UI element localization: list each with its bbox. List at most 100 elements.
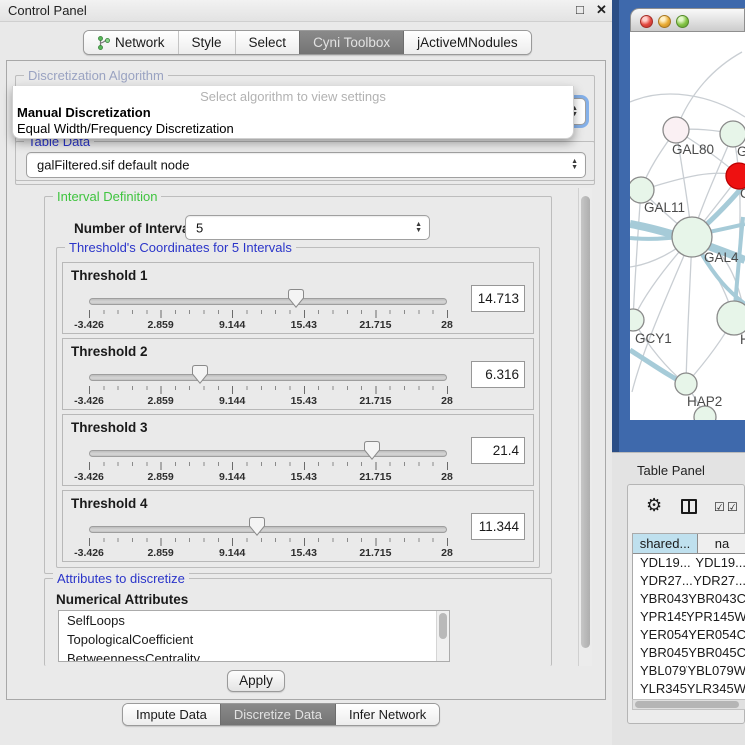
threshold-1-slider[interactable]: -3.4262.8599.14415.4321.71528 — [89, 289, 447, 331]
table-data-group: Table Data galFiltered.sif default node … — [15, 141, 595, 185]
table-panel-box: ⚙ ☑ ☑ shared... na YDL19...YDL19... YDR2… — [627, 484, 745, 724]
scrollbar-thumb[interactable] — [439, 613, 447, 639]
slider-thumb[interactable] — [192, 365, 208, 387]
table-horizontal-scrollbar[interactable] — [632, 699, 745, 710]
node-label-hap2: HAP2 — [687, 394, 722, 409]
tab-discretize-data[interactable]: Discretize Data — [220, 704, 335, 725]
threshold-1-value[interactable]: 14.713 — [471, 285, 525, 312]
gear-icon[interactable]: ⚙ — [646, 496, 662, 514]
slider-track[interactable] — [89, 526, 447, 533]
list-item[interactable]: SelfLoops — [59, 611, 449, 630]
apply-button[interactable]: Apply — [227, 670, 285, 692]
slider-thumb[interactable] — [364, 441, 380, 463]
node-label-h: H — [740, 332, 745, 347]
slider-thumb[interactable] — [249, 517, 265, 539]
window-shadow — [612, 0, 619, 455]
node-label-g: G — [737, 144, 745, 159]
slider-tick-labels: -3.4262.8599.14415.4321.71528 — [89, 395, 447, 407]
threshold-3-slider[interactable]: -3.4262.8599.14415.4321.71528 — [89, 441, 447, 483]
table-row[interactable]: YBR045CYBR045C — [633, 644, 745, 662]
table-row[interactable]: YLR345WYLR345W — [633, 680, 745, 698]
table-row[interactable]: YER054CYER054C — [633, 626, 745, 644]
number-of-intervals-label: Number of Intervals — [74, 221, 201, 236]
threshold-4-slider[interactable]: -3.4262.8599.14415.4321.71528 — [89, 517, 447, 559]
slider-track[interactable] — [89, 374, 447, 381]
numerical-attributes-list: SelfLoops TopologicalCoefficient Between… — [58, 610, 450, 662]
slider-thumb[interactable] — [288, 289, 304, 311]
popup-option-manual[interactable]: Manual Discretization — [17, 105, 151, 120]
list-scrollbar[interactable] — [436, 611, 449, 661]
table-row[interactable]: YDL19...YDL19... — [633, 554, 745, 572]
list-item[interactable]: BetweennessCentrality — [59, 649, 449, 662]
float-window-icon[interactable]: □ — [576, 2, 584, 17]
popup-hint: Select algorithm to view settings — [13, 89, 573, 104]
interval-definition-title: Interval Definition — [53, 189, 161, 204]
threshold-2-slider[interactable]: -3.4262.8599.14415.4321.71528 — [89, 365, 447, 407]
table-row[interactable]: YPR145WYPR145W — [633, 608, 745, 626]
control-panel-tabbar: Network Style Select Cyni Toolbox jActiv… — [83, 30, 532, 55]
table-row[interactable]: YBL079WYBL079W — [633, 662, 745, 680]
checkbox-icon[interactable]: ☑ — [727, 501, 738, 513]
table-data-combobox[interactable]: galFiltered.sif default node ▲▼ — [26, 152, 586, 178]
slider-tick-labels: -3.4262.8599.14415.4321.71528 — [89, 547, 447, 559]
network-icon — [97, 36, 110, 50]
node-table: shared... na YDL19...YDL19... YDR27...YD… — [632, 533, 745, 701]
bottom-tabbar: Impute Data Discretize Data Infer Networ… — [122, 703, 440, 726]
slider-tick-labels: -3.4262.8599.14415.4321.71528 — [89, 319, 447, 331]
threshold-coordinates-title: Threshold's Coordinates for 5 Intervals — [65, 240, 296, 255]
close-icon[interactable]: ✕ — [596, 2, 607, 18]
table-panel-title: Table Panel — [637, 463, 705, 478]
discretization-algorithm-title: Discretization Algorithm — [24, 68, 168, 83]
numerical-attributes-heading: Numerical Attributes — [56, 592, 188, 607]
column-header-name[interactable]: na — [698, 534, 745, 553]
threshold-3-panel: Threshold 3 -3.4262.8599.14415.4321.7152… — [62, 414, 534, 486]
threshold-3-value[interactable]: 21.4 — [471, 437, 525, 464]
slider-track[interactable] — [89, 298, 447, 305]
tab-impute-data[interactable]: Impute Data — [123, 704, 220, 725]
node-gcy1[interactable] — [630, 309, 644, 331]
number-of-intervals-combobox[interactable]: 5 ▲▼ — [185, 215, 430, 240]
tab-jactivemnodules[interactable]: jActiveMNodules — [403, 31, 531, 54]
minimize-traffic-light-icon[interactable] — [658, 15, 671, 28]
zoom-traffic-light-icon[interactable] — [676, 15, 689, 28]
tab-style[interactable]: Style — [178, 31, 235, 54]
network-nodes[interactable] — [630, 117, 745, 420]
close-traffic-light-icon[interactable] — [640, 15, 653, 28]
scrollbar-thumb[interactable] — [581, 196, 590, 648]
tab-cyni-toolbox[interactable]: Cyni Toolbox — [299, 31, 403, 54]
slider-track[interactable] — [89, 450, 447, 457]
threshold-2-value[interactable]: 6.316 — [471, 361, 525, 388]
slider-tick-labels: -3.4262.8599.14415.4321.71528 — [89, 471, 447, 483]
tab-network-label: Network — [115, 35, 165, 50]
node-label-gal4: GAL4 — [704, 250, 739, 265]
threshold-4-panel: Threshold 4 -3.4262.8599.14415.4321.7152… — [62, 490, 534, 562]
threshold-4-value[interactable]: 11.344 — [471, 513, 525, 540]
settings-vertical-scrollbar[interactable] — [578, 188, 592, 666]
table-row[interactable]: YBR043CYBR043C — [633, 590, 745, 608]
control-panel-titlebar: Control Panel □ ✕ — [0, 0, 612, 22]
panel-title: Control Panel — [8, 3, 87, 18]
threshold-2-panel: Threshold 2 -3.4262.8599.14415.4321.7152… — [62, 338, 534, 410]
network-view-canvas[interactable]: GAL80 G C GAL11 GAL4 GCY1 H HAP2 — [630, 32, 745, 420]
node-label-c: C — [740, 186, 745, 201]
table-row[interactable]: YDR27...YDR27... — [633, 572, 745, 590]
node-gal80[interactable] — [663, 117, 689, 143]
node-hap2[interactable] — [675, 373, 697, 395]
popup-option-equal-width[interactable]: Equal Width/Frequency Discretization — [17, 121, 234, 136]
column-header-shared-name[interactable]: shared... — [633, 534, 698, 553]
node-label-gcy1: GCY1 — [635, 331, 672, 346]
node-h[interactable] — [717, 301, 745, 335]
threshold-1-panel: Threshold 1 -3.4262.8599.14415.4321.7152… — [62, 262, 534, 334]
network-window-titlebar[interactable] — [630, 8, 745, 32]
scrollbar-thumb[interactable] — [635, 701, 739, 708]
table-header-row: shared... na — [633, 534, 745, 554]
combo-arrows-icon: ▲▼ — [571, 159, 578, 171]
list-item[interactable]: TopologicalCoefficient — [59, 630, 449, 649]
tab-select[interactable]: Select — [235, 31, 300, 54]
number-of-intervals-value: 5 — [196, 220, 203, 235]
columns-icon[interactable] — [681, 499, 697, 514]
node-label-gal11: GAL11 — [644, 200, 685, 215]
tab-infer-network[interactable]: Infer Network — [335, 704, 439, 725]
checkbox-icon[interactable]: ☑ — [714, 501, 725, 513]
tab-network[interactable]: Network — [84, 31, 178, 54]
